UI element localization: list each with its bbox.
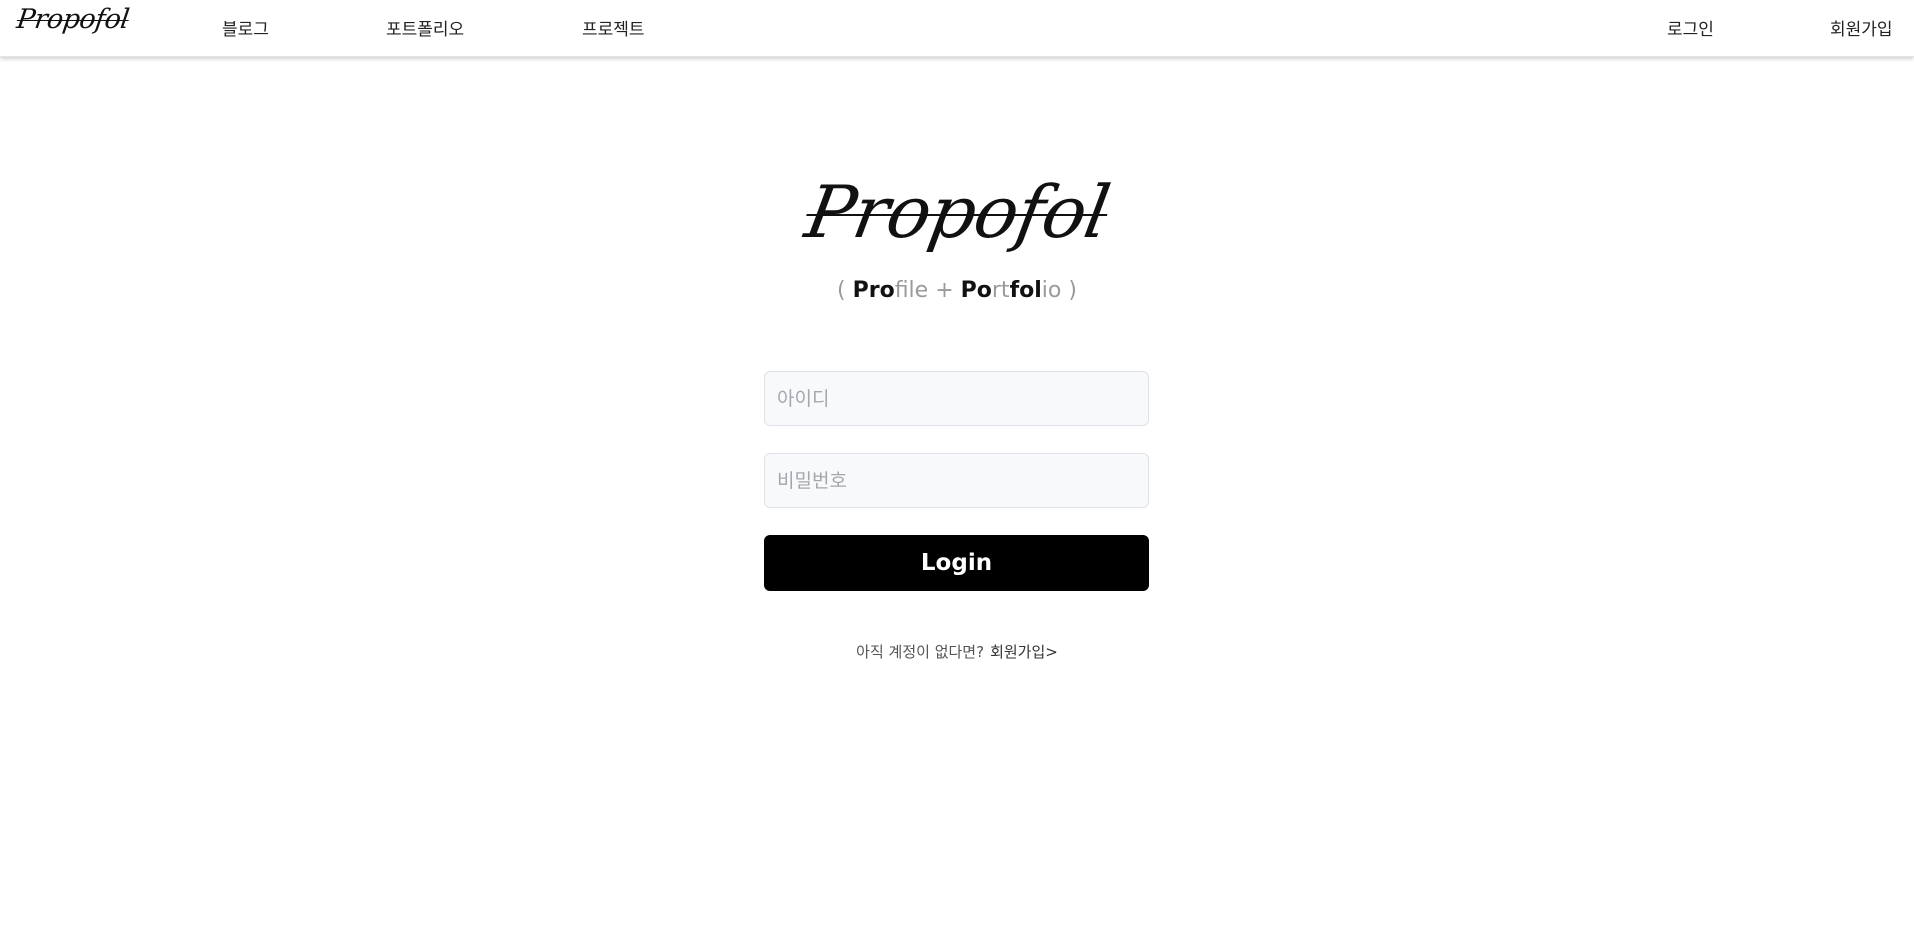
tagline-file: file xyxy=(894,278,929,303)
signup-prompt: 아직 계정이 없다면? 회원가입> xyxy=(0,641,1914,662)
tagline-po: Po xyxy=(960,278,992,303)
hero-logo-text: Propofol xyxy=(799,170,1115,254)
signup-prompt-text: 아직 계정이 없다면? xyxy=(856,643,985,661)
nav-logo[interactable]: Propofol xyxy=(15,4,131,35)
tagline-pro: Pro xyxy=(852,278,895,303)
id-input[interactable] xyxy=(764,371,1149,426)
nav-link-portfolio[interactable]: 포트폴리오 xyxy=(386,15,464,40)
nav-link-project[interactable]: 프로젝트 xyxy=(582,15,645,40)
tagline-open: ( xyxy=(837,278,853,303)
tagline-close: ) xyxy=(1061,278,1077,303)
nav-login-link[interactable]: 로그인 xyxy=(1667,15,1714,40)
tagline-plus: + xyxy=(928,278,961,303)
tagline-io: io xyxy=(1041,278,1062,303)
top-nav-bar: Propofol 블로그 포트폴리오 프로젝트 로그인 회원가입 xyxy=(0,0,1914,57)
tagline: ( Profile + Portfolio ) xyxy=(0,278,1914,303)
hero-logo: Propofol xyxy=(0,170,1914,254)
signup-link[interactable]: 회원가입> xyxy=(990,643,1058,661)
nav-link-blog[interactable]: 블로그 xyxy=(222,15,269,40)
tagline-fol: fol xyxy=(1009,278,1042,303)
tagline-rt: rt xyxy=(991,278,1010,303)
nav-signup-link[interactable]: 회원가입 xyxy=(1830,15,1893,40)
password-input[interactable] xyxy=(764,453,1149,508)
login-button[interactable]: Login xyxy=(764,535,1149,591)
